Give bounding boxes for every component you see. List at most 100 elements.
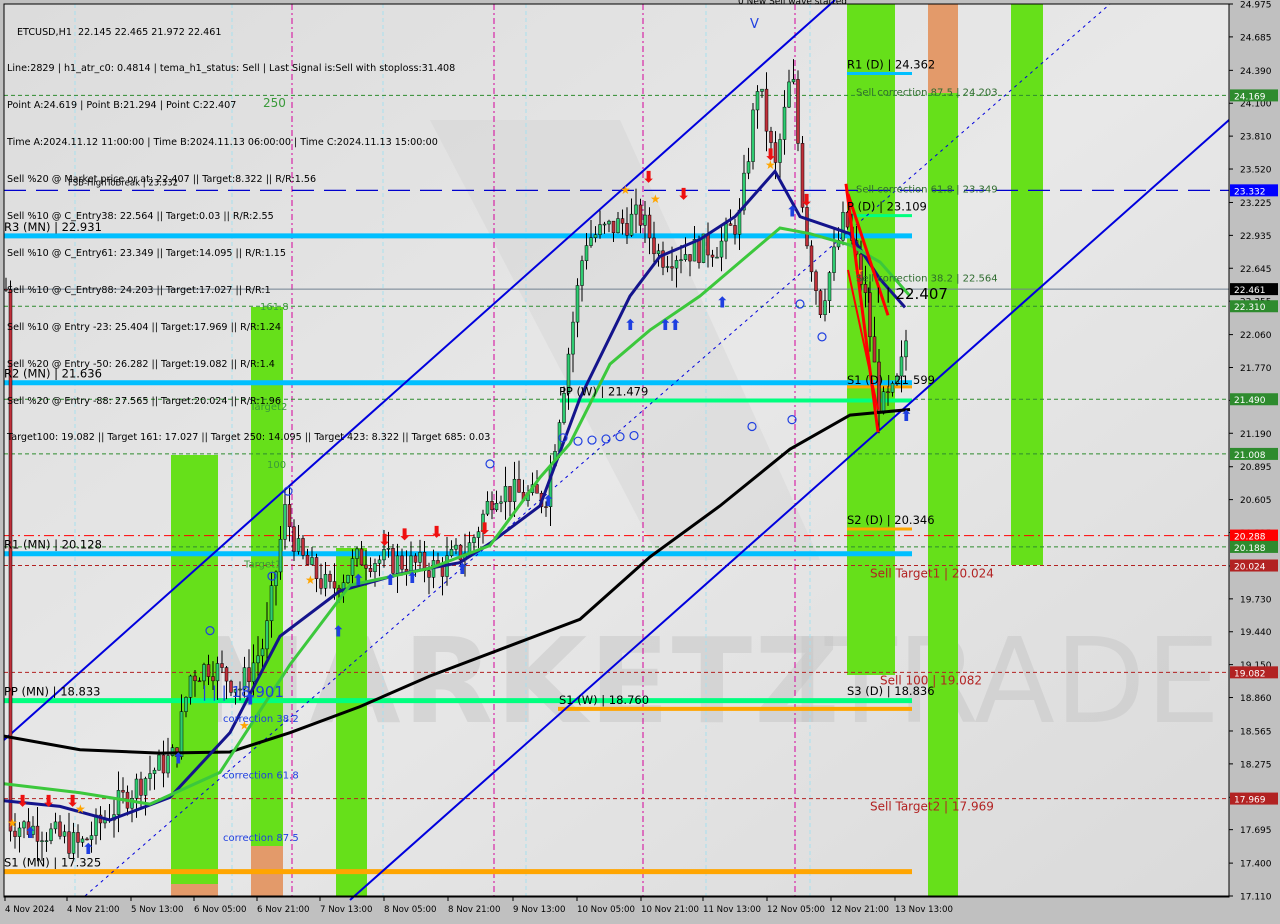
x-tick-label: 8 Nov 21:00 [448,905,500,915]
chart-window[interactable]: MARKETZ ITRADE ⬇ ⬇ ⬇ ⬇ ⬇ ⬇ ⬇ ⬇ ⬇ ⬇ ⬇ ⬆ ⬆ ⬆ ⬆ ⬆ ⬆ ⬆ ⬆ ⬆ ⬆ ⬆ ⬆ ⬆ ⬆ ⬆… [0,0,1280,920]
candle-body [782,106,787,140]
candle-body [575,285,580,323]
y-tick-label: 23.225 [1240,199,1272,209]
candle-body [679,259,683,261]
sell-arrow-icon: ⬇ [478,519,491,538]
buy-arrow-icon: ⬆ [786,203,799,221]
candle-body [152,769,157,774]
y-tick-label: 23.810 [1240,133,1272,143]
candle-body [260,648,265,657]
candle-body [310,557,314,565]
candle-body [355,548,359,559]
x-tick-label: 12 Nov 05:00 [767,905,825,915]
candle-body [53,821,58,830]
candle-body [494,503,499,511]
candle-body [728,223,733,226]
candle-body [755,91,760,111]
candle-body [580,260,584,286]
x-tick-label: 4 Nov 2024 [5,905,55,915]
annotation-label: Target1 [243,560,281,571]
candle-body [116,790,121,815]
candle-body [364,564,368,569]
price-badge-label: 22.461 [1234,286,1266,296]
candle-body [607,220,611,225]
candle-body [296,538,301,552]
buy-arrow-icon: ⬆ [406,569,419,587]
y-tick-label: 18.275 [1240,760,1272,770]
candle-body [719,240,724,258]
candle-body [413,555,418,563]
candle-body [454,544,458,550]
highlight-zone [928,4,958,93]
y-tick-label: 21.190 [1240,430,1272,440]
candle-body [251,662,256,683]
buy-arrow-icon: ⬆ [332,622,345,640]
y-tick-label: 24.975 [1240,1,1272,11]
candle-body [611,220,616,234]
annotation-label: correction 61.8 [223,771,299,782]
candle-body [665,266,670,268]
highlight-zone [251,307,283,896]
candle-body [265,620,269,650]
candle-body [71,832,76,854]
candle-body [791,79,796,83]
star-icon: ★ [75,802,86,816]
candle-body [512,478,517,502]
star-icon: ★ [765,158,776,172]
watermark-text: MARKETZ [190,612,842,750]
sell-arrow-icon: ⬇ [642,168,655,187]
candle-body [269,585,274,622]
highlight-zone [928,93,958,896]
candle-body [724,223,728,242]
x-tick-label: 7 Nov 13:00 [320,905,372,915]
candle-body [814,271,818,291]
annotation-label: Sell Target1 | 20.024 [870,567,994,581]
y-tick-label: 24.390 [1240,67,1272,77]
buy-arrow-icon: ⬆ [24,824,37,842]
candle-body [139,778,143,796]
y-tick-label: 20.605 [1240,496,1272,506]
pivot-label: R3 (MN) | 22.931 [4,220,102,234]
candle-body [535,484,539,494]
candle-body [62,831,67,837]
fsb-label: FSB-HighToBreak | 23.332 [68,178,178,188]
y-tick-label: 19.730 [1240,595,1272,605]
y-tick-label: 21.770 [1240,364,1272,374]
x-tick-label: 11 Nov 13:00 [703,905,761,915]
highlight-zone [1011,4,1043,565]
price-badge-label: 21.490 [1234,396,1266,406]
candle-body [49,828,53,841]
candle-body [134,778,139,799]
annotation-label: 250 [263,96,286,110]
candle-body [40,840,44,842]
candle-body [841,212,845,241]
candle-body [283,504,287,540]
buy-arrow-icon: ⬆ [716,293,729,311]
candle-body [616,218,620,234]
price-badge-label: 21.008 [1234,451,1266,461]
candle-body [805,207,809,247]
candle-body [211,676,215,682]
candle-body [157,754,161,771]
sell-arrow-icon: ⬇ [398,525,411,544]
annotation-label: Sell correction 61.8 | 23.349 [856,184,998,195]
pivot-label: S1 (D) | 21 [847,373,909,387]
star-icon: ★ [650,192,661,206]
candle-body [706,233,710,256]
sell-arrow-icon: ⬇ [800,190,813,209]
y-tick-label: 24.685 [1240,33,1272,43]
star-icon: ★ [7,816,18,830]
candle-body [161,754,166,774]
candle-body [319,578,323,589]
price-chart[interactable]: MARKETZITRADE ⬇ ⬇ ⬇⬇ ⬇ ⬇ ⬇⬇⬇⬇⬇⬆⬆⬆⬆⬆⬆ ⬆ ⬆⬆⬆⬆ ⬆⬆⬆⬆… [0,0,1280,920]
y-tick-label: 22.935 [1240,232,1272,242]
candle-body [76,832,80,843]
candle-body [688,254,692,262]
candle-body [656,250,661,255]
candle-body [400,555,404,570]
buy-arrow-icon: ⬆ [542,492,555,510]
candle-body [499,501,503,504]
candle-body [760,88,764,92]
candle-body [328,574,332,582]
candle-body [904,340,908,358]
